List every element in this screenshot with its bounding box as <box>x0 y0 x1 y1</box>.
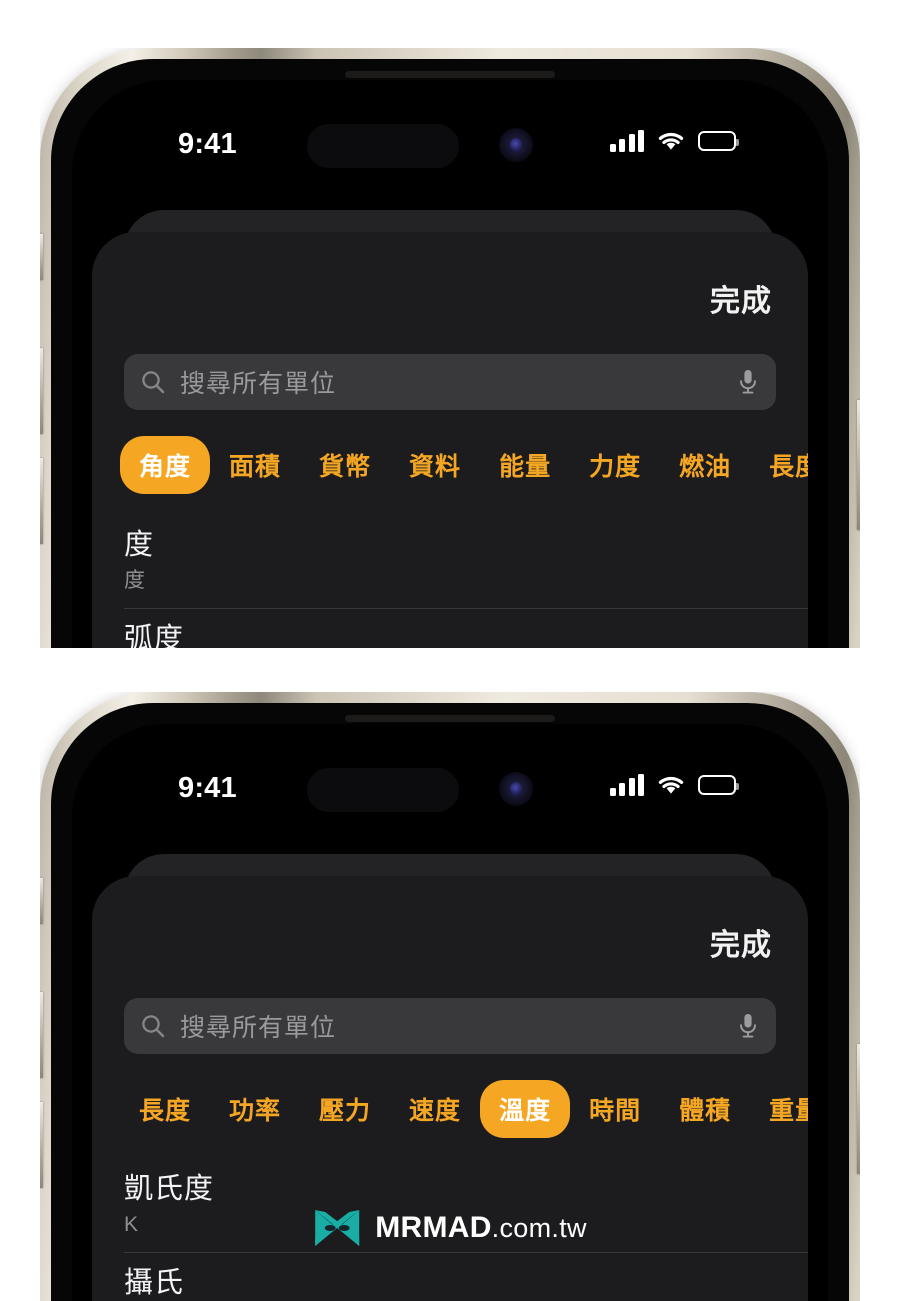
category-chip-time[interactable]: 時間 <box>570 1080 660 1138</box>
cellular-bars-icon <box>609 130 644 152</box>
front-camera-icon <box>499 772 533 806</box>
unit-list: 度 度 弧度 rad <box>92 514 808 648</box>
earpiece-speaker-icon <box>345 715 555 722</box>
category-chip-list[interactable]: 角度 面積 貨幣 資料 能量 力度 燃油 長度 <box>92 436 808 494</box>
category-chip-temperature[interactable]: 溫度 <box>480 1080 571 1138</box>
done-button[interactable]: 完成 <box>710 920 772 964</box>
status-indicators <box>609 774 739 796</box>
unit-name: 弧度 <box>124 623 185 648</box>
category-chip-data[interactable]: 資料 <box>390 436 480 494</box>
earpiece-speaker-icon <box>345 71 555 78</box>
search-field[interactable]: 搜尋所有單位 <box>124 998 776 1054</box>
category-chip-list[interactable]: 長度 功率 壓力 速度 溫度 時間 體積 重量 <box>92 1080 808 1138</box>
list-item[interactable]: 度 度 <box>92 514 808 608</box>
volume-up-button[interactable] <box>40 992 43 1078</box>
microphone-icon[interactable] <box>736 1012 760 1040</box>
list-item[interactable]: 攝氏 °C <box>92 1252 808 1301</box>
battery-full-icon <box>698 775 739 795</box>
action-button[interactable] <box>40 234 43 280</box>
watermark-brand: MRMAD <box>375 1211 492 1244</box>
category-chip-speed[interactable]: 速度 <box>390 1080 480 1138</box>
battery-full-icon <box>698 131 739 151</box>
volume-down-button[interactable] <box>40 1102 43 1188</box>
phone-mockup-top: 9:41 完成 搜尋所有單位 角度 面積 貨幣 資料 能量 力度 燃油 長 度 … <box>40 48 860 648</box>
category-chip-fuel[interactable]: 燃油 <box>660 436 750 494</box>
screenshot-stage: 9:41 完成 搜尋所有單位 角度 面積 貨幣 資料 能量 力度 燃油 長 度 … <box>0 0 900 1301</box>
category-chip-area[interactable]: 面積 <box>210 436 300 494</box>
watermark: MRMAD.com.tw <box>313 1207 587 1249</box>
dynamic-island <box>307 768 459 812</box>
category-chip-pressure[interactable]: 壓力 <box>300 1080 390 1138</box>
action-button[interactable] <box>40 878 43 924</box>
status-clock: 9:41 <box>178 128 237 160</box>
mrmad-logo-icon <box>313 1207 361 1249</box>
wifi-icon <box>657 130 685 152</box>
category-chip-power[interactable]: 功率 <box>210 1080 300 1138</box>
category-chip-force[interactable]: 力度 <box>570 436 660 494</box>
status-clock: 9:41 <box>178 772 237 804</box>
list-item[interactable]: 弧度 rad <box>92 608 808 648</box>
unit-name: 度 <box>124 529 155 561</box>
category-chip-angle[interactable]: 角度 <box>120 436 211 494</box>
watermark-text: MRMAD.com.tw <box>375 1211 587 1245</box>
unit-name: 攝氏 <box>124 1267 185 1299</box>
sheet-header: 完成 <box>92 232 808 354</box>
power-button[interactable] <box>857 400 860 530</box>
search-input[interactable]: 搜尋所有單位 <box>180 364 736 400</box>
phone-screen: 9:41 <box>72 80 828 648</box>
front-camera-icon <box>499 128 533 162</box>
search-input[interactable]: 搜尋所有單位 <box>180 1008 736 1044</box>
done-button[interactable]: 完成 <box>710 276 772 320</box>
status-indicators <box>609 130 739 152</box>
power-button[interactable] <box>857 1044 860 1174</box>
category-chip-length[interactable]: 長度 <box>750 436 808 494</box>
microphone-icon[interactable] <box>736 368 760 396</box>
sheet-header: 完成 <box>92 876 808 998</box>
status-bar: 9:41 <box>72 80 828 198</box>
unit-picker-sheet: 完成 搜尋所有單位 <box>92 232 808 648</box>
dynamic-island <box>307 124 459 168</box>
volume-down-button[interactable] <box>40 458 43 544</box>
phone-frame: 9:41 <box>40 48 860 648</box>
status-bar: 9:41 <box>72 724 828 842</box>
search-icon <box>140 1013 166 1039</box>
unit-name: 凱氏度 <box>124 1173 215 1205</box>
category-chip-length[interactable]: 長度 <box>120 1080 210 1138</box>
watermark-tld: .com.tw <box>491 1213 587 1243</box>
category-chip-currency[interactable]: 貨幣 <box>300 436 390 494</box>
search-icon <box>140 369 166 395</box>
category-chip-energy[interactable]: 能量 <box>480 436 570 494</box>
cellular-bars-icon <box>609 774 644 796</box>
unit-symbol: 度 <box>124 568 146 592</box>
wifi-icon <box>657 774 685 796</box>
category-chip-weight[interactable]: 重量 <box>750 1080 808 1138</box>
volume-up-button[interactable] <box>40 348 43 434</box>
phone-bezel: 9:41 <box>51 59 849 648</box>
search-field[interactable]: 搜尋所有單位 <box>124 354 776 410</box>
category-chip-volume[interactable]: 體積 <box>660 1080 750 1138</box>
